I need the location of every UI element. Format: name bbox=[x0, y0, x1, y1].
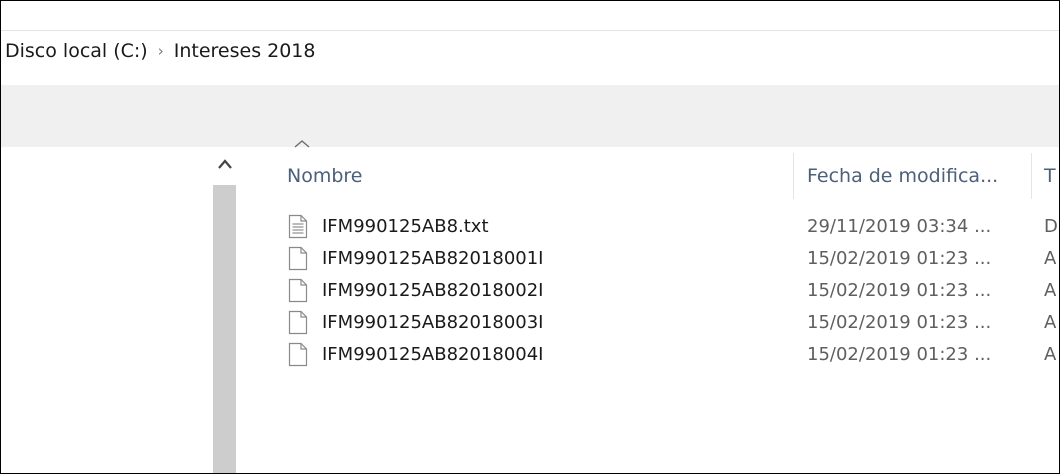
file-row[interactable]: IFM990125AB82018003I 15/02/2019 01:23 ..… bbox=[239, 307, 1059, 339]
blank-file-icon bbox=[288, 246, 308, 271]
file-name: IFM990125AB82018003I bbox=[322, 312, 544, 333]
breadcrumb[interactable]: Disco local (C:) › Intereses 2018 bbox=[1, 31, 1059, 71]
column-header-date[interactable]: Fecha de modifica... bbox=[807, 153, 1023, 199]
file-type: A bbox=[1044, 280, 1057, 301]
file-type: A bbox=[1044, 248, 1057, 269]
file-list: Nombre Fecha de modifica... T IFM990125A… bbox=[239, 147, 1059, 473]
column-divider[interactable] bbox=[1031, 153, 1032, 199]
column-divider[interactable] bbox=[793, 153, 794, 199]
navigation-pane bbox=[1, 147, 211, 473]
nav-scrollbar[interactable] bbox=[211, 147, 239, 473]
file-date: 29/11/2019 03:34 ... bbox=[807, 216, 992, 237]
column-header-type[interactable]: T bbox=[1044, 153, 1059, 199]
file-type: A bbox=[1044, 344, 1057, 365]
file-row[interactable]: IFM990125AB82018001I 15/02/2019 01:23 ..… bbox=[239, 243, 1059, 275]
file-name: IFM990125AB82018004I bbox=[322, 344, 544, 365]
scroll-up-arrow-icon[interactable] bbox=[211, 147, 239, 181]
breadcrumb-item-drive[interactable]: Disco local (C:) bbox=[1, 40, 154, 62]
text-file-icon bbox=[288, 214, 308, 239]
blank-file-icon bbox=[288, 342, 308, 367]
file-type: D bbox=[1044, 216, 1058, 237]
column-header-name[interactable]: Nombre bbox=[287, 153, 787, 199]
file-row[interactable]: IFM990125AB8.txt 29/11/2019 03:34 ... D bbox=[239, 211, 1059, 243]
file-name: IFM990125AB8.txt bbox=[322, 216, 489, 237]
scroll-thumb[interactable] bbox=[213, 185, 236, 473]
file-row[interactable]: IFM990125AB82018002I 15/02/2019 01:23 ..… bbox=[239, 275, 1059, 307]
file-rows: IFM990125AB8.txt 29/11/2019 03:34 ... D … bbox=[239, 211, 1059, 371]
breadcrumb-item-folder[interactable]: Intereses 2018 bbox=[168, 40, 322, 62]
column-headers: Nombre Fecha de modifica... T bbox=[239, 153, 1059, 199]
file-date: 15/02/2019 01:23 ... bbox=[807, 248, 992, 269]
file-name: IFM990125AB82018001I bbox=[322, 248, 544, 269]
file-date: 15/02/2019 01:23 ... bbox=[807, 312, 992, 333]
toolbar-band bbox=[1, 85, 1059, 147]
file-row[interactable]: IFM990125AB82018004I 15/02/2019 01:23 ..… bbox=[239, 339, 1059, 371]
explorer-window: Disco local (C:) › Intereses 2018 Nombre… bbox=[0, 0, 1060, 474]
breadcrumb-chevron-icon[interactable]: › bbox=[154, 42, 168, 60]
file-name: IFM990125AB82018002I bbox=[322, 280, 544, 301]
blank-file-icon bbox=[288, 278, 308, 303]
file-type: A bbox=[1044, 312, 1057, 333]
file-date: 15/02/2019 01:23 ... bbox=[807, 280, 992, 301]
blank-file-icon bbox=[288, 310, 308, 335]
sort-ascending-icon bbox=[294, 137, 310, 153]
title-strip bbox=[1, 1, 1059, 31]
file-date: 15/02/2019 01:23 ... bbox=[807, 344, 992, 365]
